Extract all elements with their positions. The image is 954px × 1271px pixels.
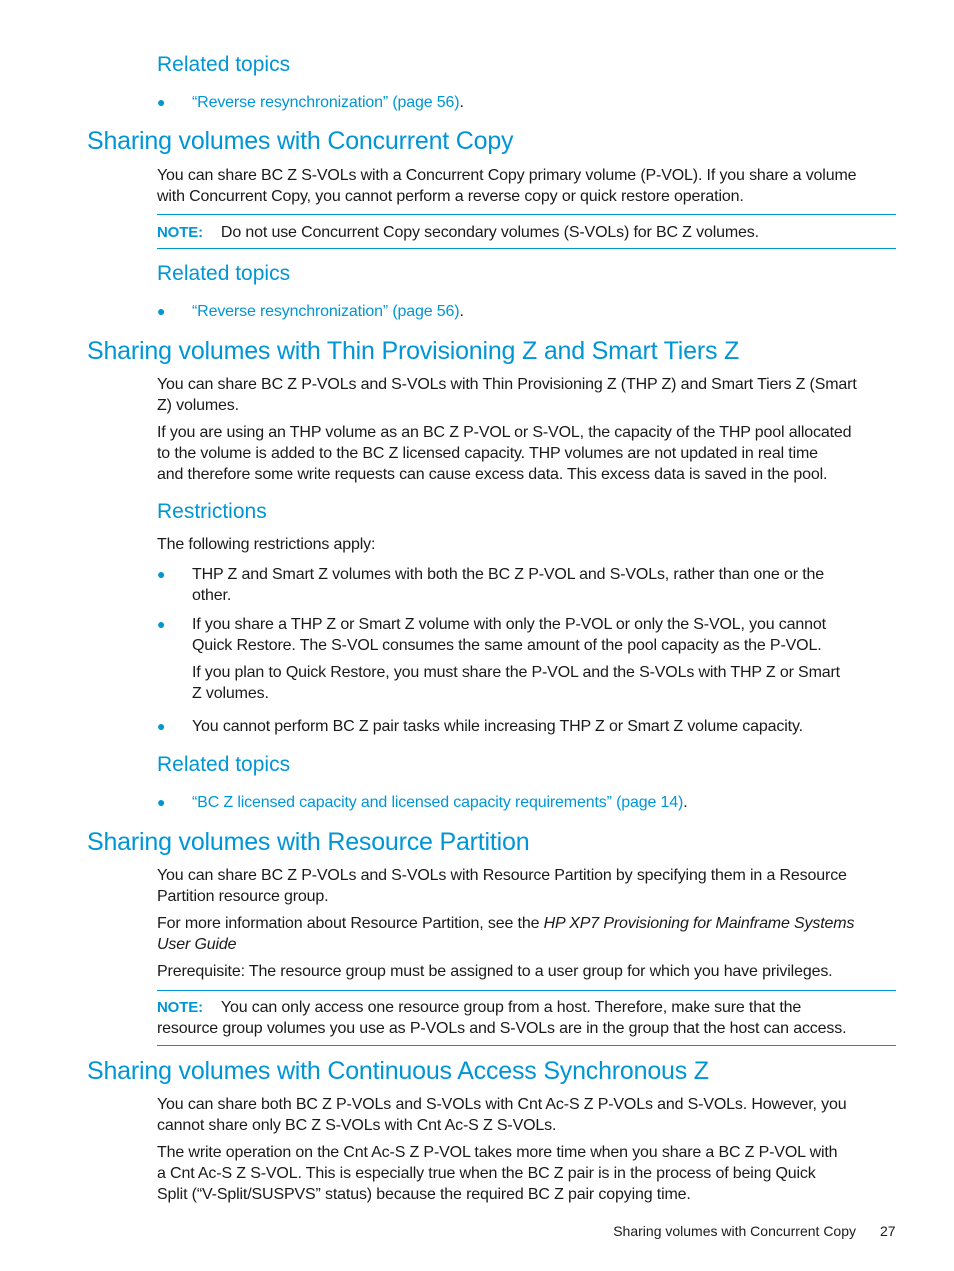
licensed-capacity-link[interactable]: “BC Z licensed capacity and licensed cap… <box>192 794 683 811</box>
bullet-icon: ● <box>157 616 166 632</box>
guide-title: HP XP7 Provisioning for Mainframe System… <box>543 915 855 932</box>
guide-title: User Guide <box>157 936 237 953</box>
restriction-item: ● You cannot perform BC Z pair tasks whi… <box>157 718 803 735</box>
bullet-icon: ● <box>157 303 166 319</box>
restriction-item: ● THP Z and Smart Z volumes with both th… <box>157 566 824 604</box>
related-topics-item: ● “BC Z licensed capacity and licensed c… <box>157 794 688 811</box>
section-title-thin-provisioning: Sharing volumes with Thin Provisioning Z… <box>87 337 740 365</box>
thin-provisioning-paragraph-2: If you are using an THP volume as an BC … <box>157 424 852 483</box>
prerequisite-paragraph: Prerequisite: The resource group must be… <box>157 963 833 980</box>
related-topics-item: ● “Reverse resynchronization” (page 56). <box>157 303 464 320</box>
bullet-icon: ● <box>157 566 166 582</box>
restriction-item: ● If you share a THP Z or Smart Z volume… <box>157 616 840 702</box>
restrictions-heading: Restrictions <box>157 500 267 523</box>
reverse-resync-link[interactable]: “Reverse resynchronization” (page 56) <box>192 303 460 320</box>
note-concurrent-copy: NOTE: Do not use Concurrent Copy secondar… <box>157 224 759 241</box>
note-label: NOTE: <box>157 224 203 241</box>
note-divider-bottom <box>157 248 896 249</box>
restrictions-intro: The following restrictions apply: <box>157 536 376 553</box>
note-divider-top <box>157 990 896 991</box>
related-topics-heading: Related topics <box>157 262 291 285</box>
related-topics-heading: Related topics <box>157 753 291 776</box>
bullet-icon: ● <box>157 718 166 734</box>
note-divider-bottom <box>157 1045 896 1046</box>
related-topics-heading: Related topics <box>157 53 291 76</box>
continuous-access-paragraph-1: You can share both BC Z P-VOLs and S-VOL… <box>157 1096 847 1134</box>
section-title-concurrent-copy: Sharing volumes with Concurrent Copy <box>87 127 514 155</box>
footer-section-title: Sharing volumes with Concurrent Copy <box>613 1223 856 1239</box>
related-topics-item: ● “Reverse resynchronization” (page 56). <box>157 94 464 111</box>
bullet-icon: ● <box>157 94 166 110</box>
note-label: NOTE: <box>157 999 203 1016</box>
resource-partition-paragraph-2: For more information about Resource Part… <box>157 915 855 953</box>
reverse-resync-link[interactable]: “Reverse resynchronization” (page 56) <box>192 94 460 111</box>
note-resource-partition: NOTE: You can only access one resource gr… <box>157 999 847 1037</box>
concurrent-copy-paragraph: You can share BC Z S-VOLs with a Concurr… <box>157 167 857 205</box>
continuous-access-paragraph-2: The write operation on the Cnt Ac-S Z P-… <box>157 1144 838 1203</box>
resource-partition-paragraph-1: You can share BC Z P-VOLs and S-VOLs wit… <box>157 867 847 905</box>
bullet-icon: ● <box>157 794 166 810</box>
section-title-resource-partition: Sharing volumes with Resource Partition <box>87 828 530 856</box>
page-number: 27 <box>880 1223 896 1239</box>
thin-provisioning-paragraph-1: You can share BC Z P-VOLs and S-VOLs wit… <box>157 376 857 414</box>
note-divider-top <box>157 214 896 215</box>
section-title-continuous-access: Sharing volumes with Continuous Access S… <box>87 1057 709 1085</box>
